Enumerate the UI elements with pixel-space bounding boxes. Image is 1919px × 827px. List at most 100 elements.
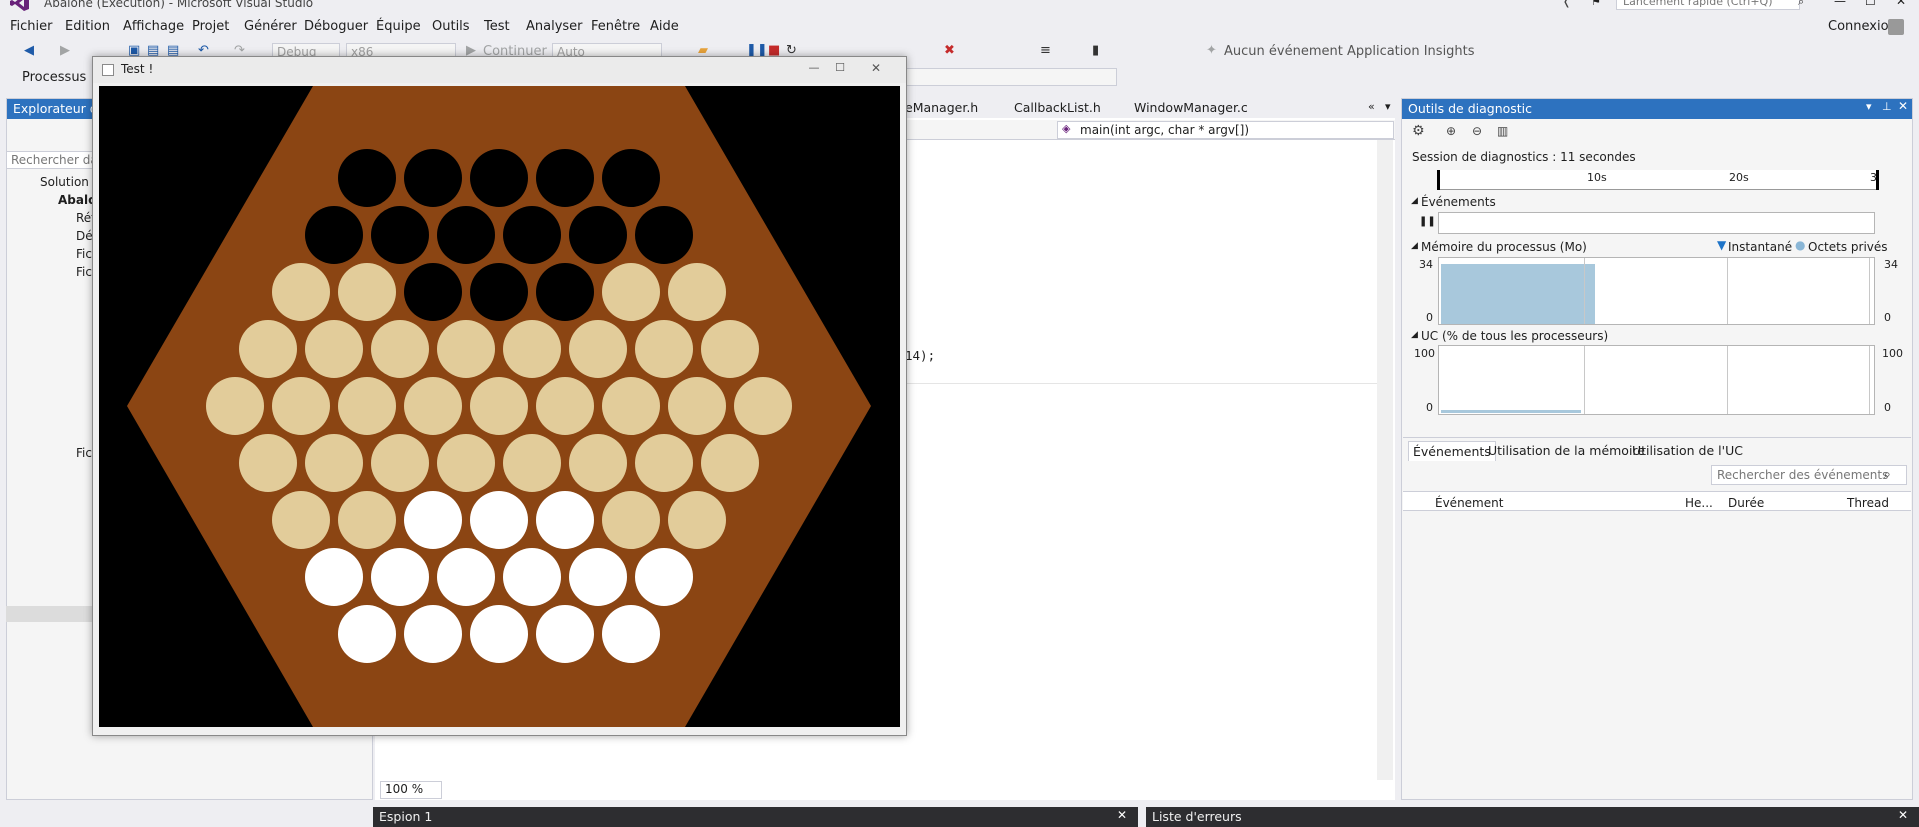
menu-outils[interactable]: Outils bbox=[432, 19, 470, 34]
white-marble[interactable] bbox=[470, 605, 528, 663]
black-marble[interactable] bbox=[437, 206, 495, 264]
empty-cell[interactable] bbox=[635, 434, 693, 492]
white-marble[interactable] bbox=[635, 548, 693, 606]
pause-icon[interactable]: ❚❚ bbox=[1419, 216, 1436, 227]
white-marble[interactable] bbox=[536, 491, 594, 549]
stack-frame-select[interactable] bbox=[905, 68, 1117, 86]
cpu-chart[interactable] bbox=[1438, 345, 1875, 415]
error-list-header[interactable]: Liste d'erreurs bbox=[1146, 807, 1919, 827]
black-marble[interactable] bbox=[536, 149, 594, 207]
black-marble[interactable] bbox=[371, 206, 429, 264]
tab-windowmanager-c[interactable]: WindowManager.c bbox=[1134, 100, 1248, 115]
menu-generer[interactable]: Générer bbox=[244, 19, 297, 34]
black-marble[interactable] bbox=[569, 206, 627, 264]
menu-fichier[interactable]: Fichier bbox=[10, 19, 53, 34]
account-icon[interactable] bbox=[1888, 19, 1904, 35]
black-marble[interactable] bbox=[536, 263, 594, 321]
timeline-start-marker[interactable] bbox=[1437, 170, 1440, 190]
white-marble[interactable] bbox=[371, 548, 429, 606]
bookmark-icon[interactable]: ▮ bbox=[1092, 43, 1099, 58]
game-window[interactable]: Test ! — ☐ ✕ bbox=[92, 56, 907, 736]
empty-cell[interactable] bbox=[470, 377, 528, 435]
insights-icon[interactable]: ✦ bbox=[1206, 43, 1217, 58]
black-marble[interactable] bbox=[635, 206, 693, 264]
black-marble[interactable] bbox=[470, 263, 528, 321]
maximize-icon[interactable]: ☐ bbox=[826, 59, 854, 77]
pin-icon[interactable]: ⊥ bbox=[1882, 100, 1892, 113]
function-select[interactable]: main(int argc, char * argv[]) bbox=[1057, 121, 1394, 139]
notification-flag-icon[interactable]: ⚑ bbox=[1591, 0, 1601, 8]
zoom-out-icon[interactable]: ⊖ bbox=[1472, 124, 1482, 138]
abalone-board-canvas[interactable] bbox=[99, 86, 900, 727]
empty-cell[interactable] bbox=[668, 491, 726, 549]
tree-item-folder[interactable]: Fic bbox=[76, 247, 92, 261]
chart-view-icon[interactable]: ▥ bbox=[1497, 124, 1508, 138]
black-marble[interactable] bbox=[404, 263, 462, 321]
panel-menu-icon[interactable]: ▾ bbox=[1866, 100, 1872, 113]
white-marble[interactable] bbox=[602, 605, 660, 663]
black-marble[interactable] bbox=[338, 149, 396, 207]
breakpoint-icon[interactable]: ✖ bbox=[944, 43, 955, 58]
black-marble[interactable] bbox=[470, 149, 528, 207]
white-marble[interactable] bbox=[437, 548, 495, 606]
menu-test[interactable]: Test bbox=[484, 19, 510, 34]
white-marble[interactable] bbox=[404, 491, 462, 549]
menu-analyser[interactable]: Analyser bbox=[526, 19, 583, 34]
menu-deboguer[interactable]: Déboguer bbox=[304, 19, 368, 34]
empty-cell[interactable] bbox=[305, 320, 363, 378]
column-time[interactable]: He... bbox=[1685, 496, 1713, 510]
event-search-input[interactable]: Rechercher des événements bbox=[1711, 465, 1907, 485]
empty-cell[interactable] bbox=[503, 320, 561, 378]
empty-cell[interactable] bbox=[668, 377, 726, 435]
close-icon[interactable]: ✕ bbox=[1896, 0, 1906, 8]
minimize-icon[interactable]: — bbox=[800, 59, 828, 77]
collapse-icon[interactable]: ◢ bbox=[1411, 241, 1418, 251]
empty-cell[interactable] bbox=[536, 377, 594, 435]
watch-panel-header[interactable]: Espion 1 bbox=[373, 807, 1138, 827]
feedback-icon[interactable]: ❬ bbox=[1562, 0, 1571, 8]
empty-cell[interactable] bbox=[437, 434, 495, 492]
errors-close-icon[interactable]: ✕ bbox=[1898, 808, 1908, 822]
empty-cell[interactable] bbox=[437, 320, 495, 378]
collapse-icon[interactable]: ◢ bbox=[1411, 330, 1418, 340]
back-icon[interactable]: ◀ bbox=[24, 43, 34, 58]
settings-icon[interactable]: ⚙ bbox=[1412, 123, 1425, 139]
empty-cell[interactable] bbox=[602, 377, 660, 435]
empty-cell[interactable] bbox=[569, 434, 627, 492]
tab-cpu-usage[interactable]: Utilisation de l'UC bbox=[1628, 441, 1747, 460]
column-event[interactable]: Événement bbox=[1435, 496, 1503, 510]
close-icon[interactable]: ✕ bbox=[862, 59, 890, 77]
menu-equipe[interactable]: Équipe bbox=[376, 19, 421, 34]
empty-cell[interactable] bbox=[569, 320, 627, 378]
editor-scrollbar[interactable] bbox=[1377, 140, 1393, 780]
empty-cell[interactable] bbox=[371, 434, 429, 492]
maximize-icon[interactable]: ☐ bbox=[1865, 0, 1876, 8]
white-marble[interactable] bbox=[569, 548, 627, 606]
empty-cell[interactable] bbox=[602, 263, 660, 321]
black-marble[interactable] bbox=[404, 149, 462, 207]
game-title-bar[interactable]: Test ! — ☐ ✕ bbox=[93, 57, 906, 83]
timeline-ruler[interactable] bbox=[1437, 170, 1879, 190]
panel-close-icon[interactable]: ✕ bbox=[1898, 99, 1908, 113]
empty-cell[interactable] bbox=[404, 377, 462, 435]
empty-cell[interactable] bbox=[338, 263, 396, 321]
indent-icon[interactable]: ≡ bbox=[1040, 43, 1051, 58]
column-thread[interactable]: Thread bbox=[1847, 496, 1889, 510]
empty-cell[interactable] bbox=[338, 491, 396, 549]
search-icon[interactable]: ⌕ bbox=[1798, 0, 1804, 9]
black-marble[interactable] bbox=[503, 206, 561, 264]
tree-item-folder[interactable]: Fic bbox=[76, 446, 92, 460]
empty-cell[interactable] bbox=[206, 377, 264, 435]
empty-cell[interactable] bbox=[305, 434, 363, 492]
empty-cell[interactable] bbox=[371, 320, 429, 378]
white-marble[interactable] bbox=[503, 548, 561, 606]
empty-cell[interactable] bbox=[239, 320, 297, 378]
diagnostics-header[interactable]: Outils de diagnostic bbox=[1402, 99, 1912, 119]
empty-cell[interactable] bbox=[602, 491, 660, 549]
tab-events[interactable]: Événements bbox=[1408, 441, 1496, 461]
white-marble[interactable] bbox=[305, 548, 363, 606]
insights-button[interactable]: Aucun événement Application Insights bbox=[1224, 44, 1475, 59]
column-duration[interactable]: Durée bbox=[1728, 496, 1764, 510]
minimize-icon[interactable]: — bbox=[1834, 0, 1846, 8]
empty-cell[interactable] bbox=[668, 263, 726, 321]
